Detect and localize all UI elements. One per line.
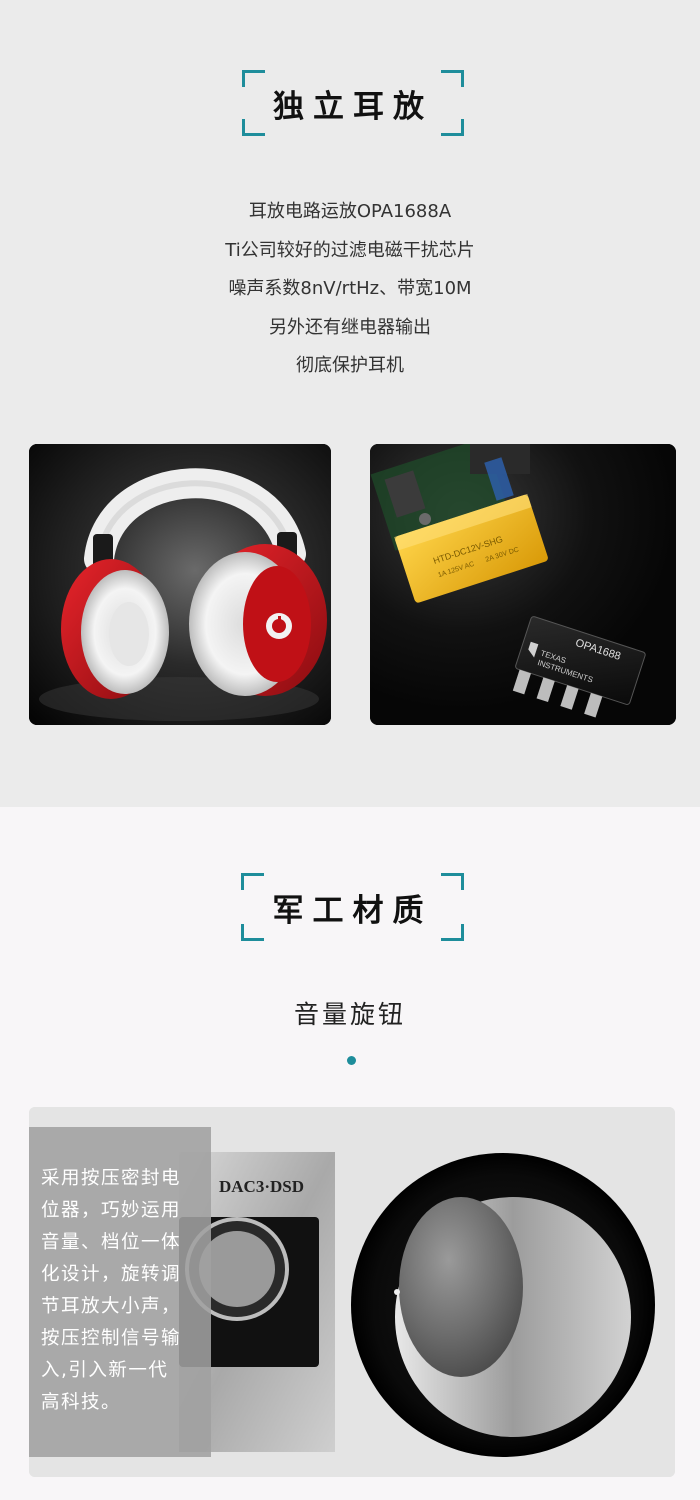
volume-knob-subtitle: 音量旋钮 xyxy=(293,1000,406,1029)
section-title: 独立耳放 xyxy=(273,88,433,125)
knob-description-overlay: 采用按压密封电 位器，巧妙运用 音量、档位一体 化设计，旋转调 节耳放大小声， … xyxy=(29,1127,211,1457)
chip-image: HTD-DC12V-SHG 1A 125V AC 2A 30V DC OPA16… xyxy=(370,444,676,725)
overlay-line: 采用按压密封电 xyxy=(41,1168,182,1189)
desc-line: 耳放电路运放OPA1688A xyxy=(248,201,452,222)
section-title: 军工材质 xyxy=(272,892,433,929)
overlay-line: 位器，巧妙运用 xyxy=(41,1200,182,1221)
headphones-photo xyxy=(29,444,331,725)
overlay-line: 音量、档位一体 xyxy=(41,1232,182,1253)
overlay-line: 高科技。 xyxy=(41,1392,122,1413)
amp-description: 耳放电路运放OPA1688A Ti公司较好的过滤电磁干扰芯片 噪声系数8nV/r… xyxy=(0,193,700,386)
section-title-frame: 军工材质 xyxy=(241,873,464,941)
desc-line: 彻底保护耳机 xyxy=(296,355,404,376)
desc-line: 噪声系数8nV/rtHz、带宽10M xyxy=(228,278,472,299)
chip-photo: HTD-DC12V-SHG 1A 125V AC 2A 30V DC OPA16… xyxy=(370,444,676,725)
overlay-line: 入,引入新一代 xyxy=(41,1360,169,1381)
device-label: DAC3·DSD xyxy=(219,1177,304,1196)
overlay-line: 化设计，旋转调 xyxy=(41,1264,182,1285)
overlay-line: 按压控制信号输 xyxy=(41,1328,182,1349)
section-title-frame: 独立耳放 xyxy=(242,70,464,136)
accent-dot xyxy=(347,1056,356,1065)
desc-line: 另外还有继电器输出 xyxy=(269,316,431,338)
headphones-image xyxy=(29,444,331,725)
overlay-line: 节耳放大小声， xyxy=(41,1296,182,1317)
desc-line: Ti公司较好的过滤电磁干扰芯片 xyxy=(225,239,475,261)
